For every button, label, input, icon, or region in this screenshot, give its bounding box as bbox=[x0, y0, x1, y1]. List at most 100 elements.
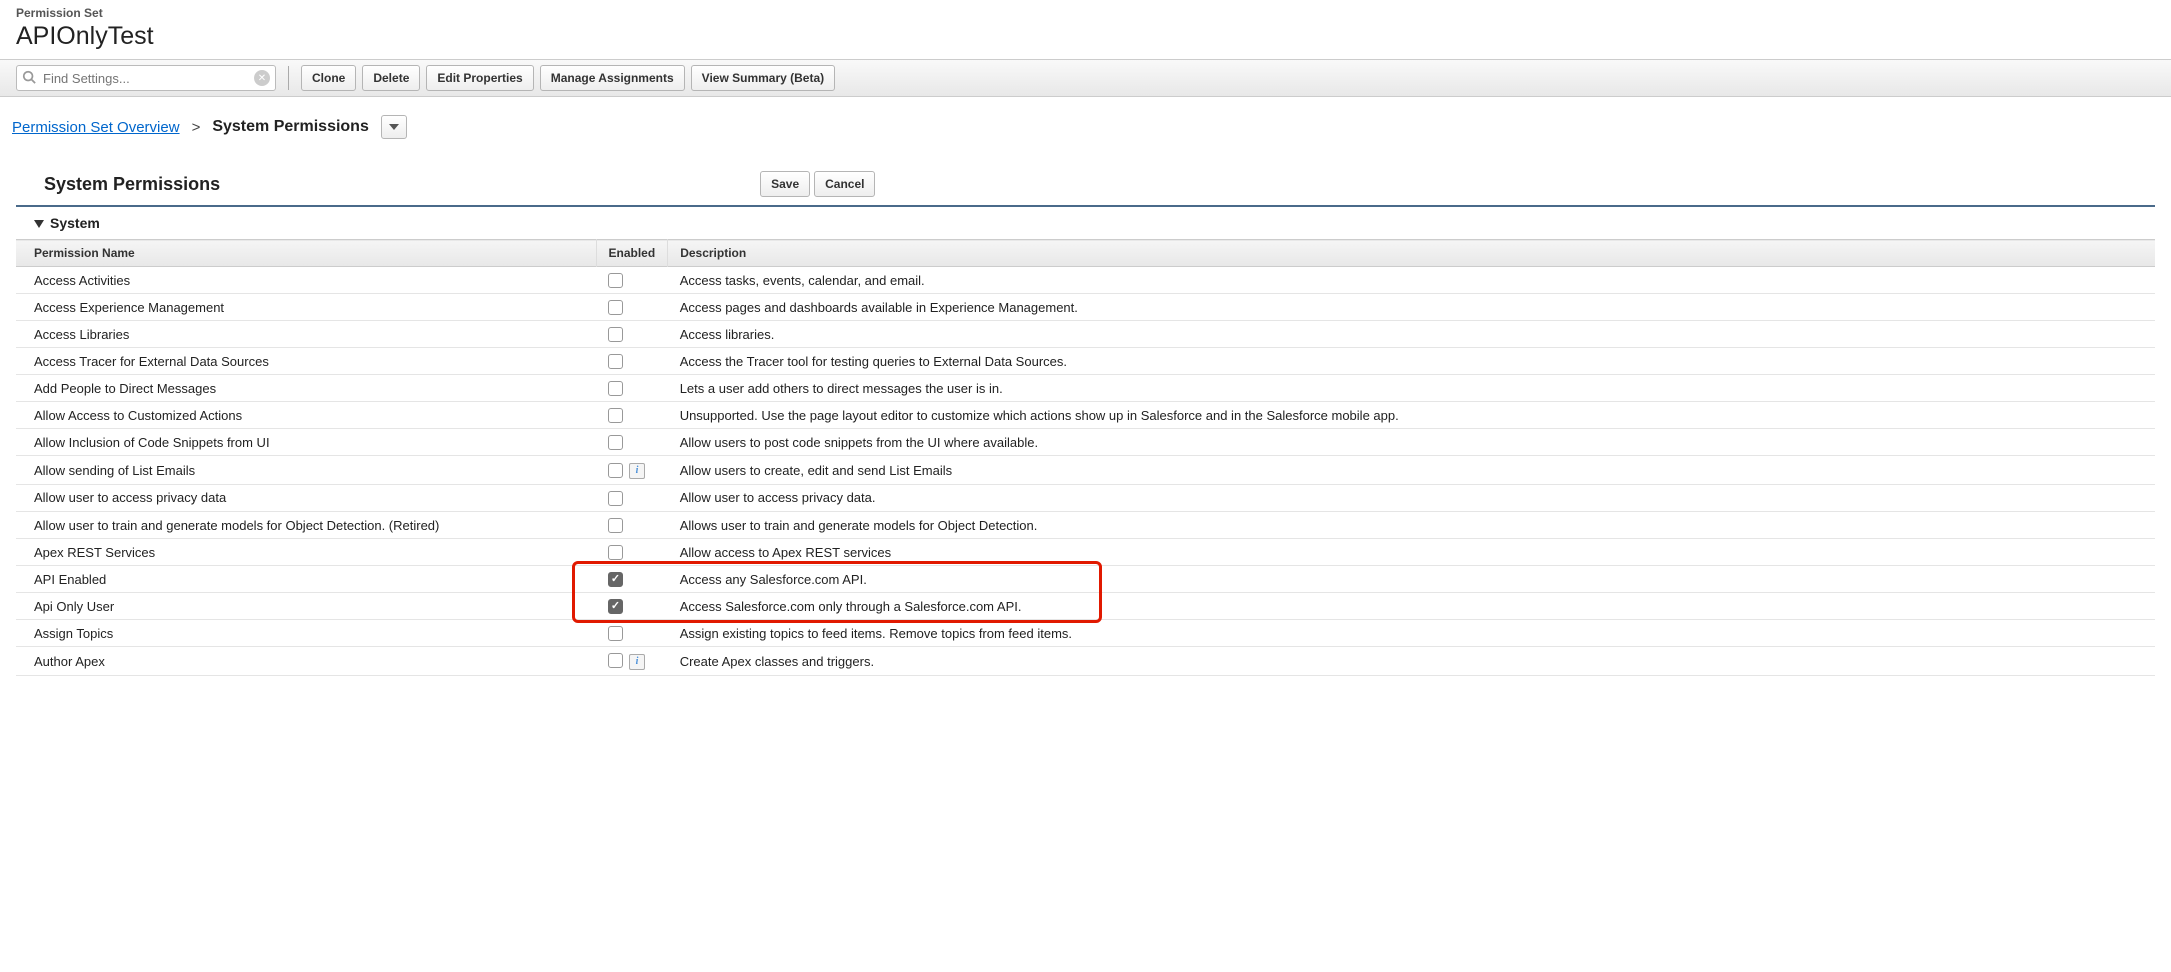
permission-description-cell: Lets a user add others to direct message… bbox=[668, 375, 2155, 402]
permission-description-cell: Allow users to post code snippets from t… bbox=[668, 429, 2155, 456]
permission-checkbox[interactable] bbox=[608, 626, 623, 641]
toolbar-divider bbox=[288, 66, 289, 90]
permission-enabled-cell: i bbox=[596, 647, 668, 676]
page-label: Permission Set bbox=[16, 6, 2155, 20]
search-input[interactable] bbox=[16, 65, 276, 91]
permission-enabled-cell bbox=[596, 539, 668, 566]
edit-properties-button[interactable]: Edit Properties bbox=[426, 65, 533, 91]
permission-enabled-cell bbox=[596, 484, 668, 511]
clear-search-icon[interactable]: ✕ bbox=[254, 70, 270, 86]
permission-name-cell: Apex REST Services bbox=[16, 539, 596, 566]
breadcrumb-current: System Permissions bbox=[212, 118, 369, 136]
table-row: Access Activities Access tasks, events, c… bbox=[16, 267, 2155, 294]
save-button[interactable]: Save bbox=[760, 171, 810, 197]
permission-enabled-cell bbox=[596, 429, 668, 456]
permission-name-cell: Access Experience Management bbox=[16, 294, 596, 321]
permission-checkbox[interactable] bbox=[608, 491, 623, 506]
permission-enabled-cell bbox=[596, 593, 668, 620]
permission-checkbox[interactable] bbox=[608, 273, 623, 288]
info-icon[interactable]: i bbox=[629, 463, 645, 479]
permission-enabled-cell bbox=[596, 267, 668, 294]
permission-enabled-cell bbox=[596, 294, 668, 321]
view-summary-button[interactable]: View Summary (Beta) bbox=[691, 65, 836, 91]
table-row: Author Apex i Create Apex classes and trig… bbox=[16, 647, 2155, 676]
permission-checkbox[interactable] bbox=[608, 518, 623, 533]
table-row: Allow sending of List EmailsiAllow users… bbox=[16, 456, 2155, 485]
col-header-description: Description bbox=[668, 240, 2155, 267]
cancel-button[interactable]: Cancel bbox=[814, 171, 875, 197]
permission-description-cell: Unsupported. Use the page layout editor … bbox=[668, 402, 2155, 429]
toolbar: ✕ Clone Delete Edit Properties Manage As… bbox=[0, 59, 2171, 97]
permission-enabled-cell bbox=[596, 566, 668, 593]
table-row: Api Only User Access Salesforce.com only … bbox=[16, 593, 2155, 620]
delete-button[interactable]: Delete bbox=[362, 65, 420, 91]
permission-description-cell: Assign existing topics to feed items. Re… bbox=[668, 620, 2155, 647]
permission-name-cell: API Enabled bbox=[16, 566, 596, 593]
permission-checkbox[interactable] bbox=[608, 354, 623, 369]
manage-assignments-button[interactable]: Manage Assignments bbox=[540, 65, 685, 91]
col-header-name: Permission Name bbox=[16, 240, 596, 267]
permission-name-cell: Access Activities bbox=[16, 267, 596, 294]
table-row: Allow Inclusion of Code Snippets from UI… bbox=[16, 429, 2155, 456]
search-icon bbox=[22, 70, 36, 87]
permission-description-cell: Access tasks, events, calendar, and emai… bbox=[668, 267, 2155, 294]
breadcrumb-overview-link[interactable]: Permission Set Overview bbox=[12, 119, 180, 136]
permission-name-cell: Allow Inclusion of Code Snippets from UI bbox=[16, 429, 596, 456]
table-row: Allow user to train and generate models … bbox=[16, 512, 2155, 539]
permission-name-cell: Access Libraries bbox=[16, 321, 596, 348]
permission-description-cell: Access pages and dashboards available in… bbox=[668, 294, 2155, 321]
table-row: Access Tracer for External Data Sources A… bbox=[16, 348, 2155, 375]
table-row: Allow user to access privacy data Allow u… bbox=[16, 484, 2155, 511]
group-system-header[interactable]: System bbox=[16, 207, 2155, 239]
table-row: API Enabled Access any Salesforce.com API… bbox=[16, 566, 2155, 593]
permission-checkbox[interactable] bbox=[608, 408, 623, 423]
permission-description-cell: Allow user to access privacy data. bbox=[668, 484, 2155, 511]
permission-checkbox[interactable] bbox=[608, 435, 623, 450]
permission-name-cell: Allow user to access privacy data bbox=[16, 484, 596, 511]
permission-checkbox[interactable] bbox=[608, 545, 623, 560]
breadcrumb-separator: > bbox=[192, 119, 201, 136]
permission-enabled-cell bbox=[596, 375, 668, 402]
table-row: Access Experience Management Access pages… bbox=[16, 294, 2155, 321]
permission-description-cell: Allows user to train and generate models… bbox=[668, 512, 2155, 539]
permission-checkbox[interactable] bbox=[608, 381, 623, 396]
permission-checkbox[interactable] bbox=[608, 599, 623, 614]
permission-description-cell: Access libraries. bbox=[668, 321, 2155, 348]
permission-checkbox[interactable] bbox=[608, 300, 623, 315]
section-title: System Permissions bbox=[44, 174, 220, 195]
table-row: Access Libraries Access libraries. bbox=[16, 321, 2155, 348]
permission-name-cell: Assign Topics bbox=[16, 620, 596, 647]
permission-checkbox[interactable] bbox=[608, 653, 623, 668]
group-system-label: System bbox=[50, 215, 100, 231]
permission-name-cell: Api Only User bbox=[16, 593, 596, 620]
permission-checkbox[interactable] bbox=[608, 572, 623, 587]
permission-description-cell: Access the Tracer tool for testing queri… bbox=[668, 348, 2155, 375]
permission-name-cell: Allow Access to Customized Actions bbox=[16, 402, 596, 429]
permission-enabled-cell: i bbox=[596, 456, 668, 485]
permission-description-cell: Create Apex classes and triggers. bbox=[668, 647, 2155, 676]
collapse-triangle-icon bbox=[34, 218, 44, 228]
permission-name-cell: Allow user to train and generate models … bbox=[16, 512, 596, 539]
col-header-enabled: Enabled bbox=[596, 240, 668, 267]
permission-enabled-cell bbox=[596, 620, 668, 647]
clone-button[interactable]: Clone bbox=[301, 65, 356, 91]
permission-description-cell: Allow users to create, edit and send Lis… bbox=[668, 456, 2155, 485]
permission-name-cell: Access Tracer for External Data Sources bbox=[16, 348, 596, 375]
permission-name-cell: Author Apex bbox=[16, 647, 596, 676]
breadcrumb: Permission Set Overview > System Permiss… bbox=[0, 97, 2171, 149]
info-icon[interactable]: i bbox=[629, 654, 645, 670]
permission-description-cell: Allow access to Apex REST services bbox=[668, 539, 2155, 566]
page-title: APIOnlyTest bbox=[16, 22, 2155, 51]
table-row: Add People to Direct Messages Lets a user… bbox=[16, 375, 2155, 402]
breadcrumb-dropdown-button[interactable] bbox=[381, 115, 407, 139]
permission-description-cell: Access Salesforce.com only through a Sal… bbox=[668, 593, 2155, 620]
permission-checkbox[interactable] bbox=[608, 463, 623, 478]
permission-description-cell: Access any Salesforce.com API. bbox=[668, 566, 2155, 593]
permission-enabled-cell bbox=[596, 402, 668, 429]
table-row: Assign Topics Assign existing topics to f… bbox=[16, 620, 2155, 647]
table-row: Allow Access to Customized Actions Unsupp… bbox=[16, 402, 2155, 429]
permission-name-cell: Add People to Direct Messages bbox=[16, 375, 596, 402]
permission-enabled-cell bbox=[596, 321, 668, 348]
table-row: Apex REST Services Allow access to Apex R… bbox=[16, 539, 2155, 566]
permission-checkbox[interactable] bbox=[608, 327, 623, 342]
